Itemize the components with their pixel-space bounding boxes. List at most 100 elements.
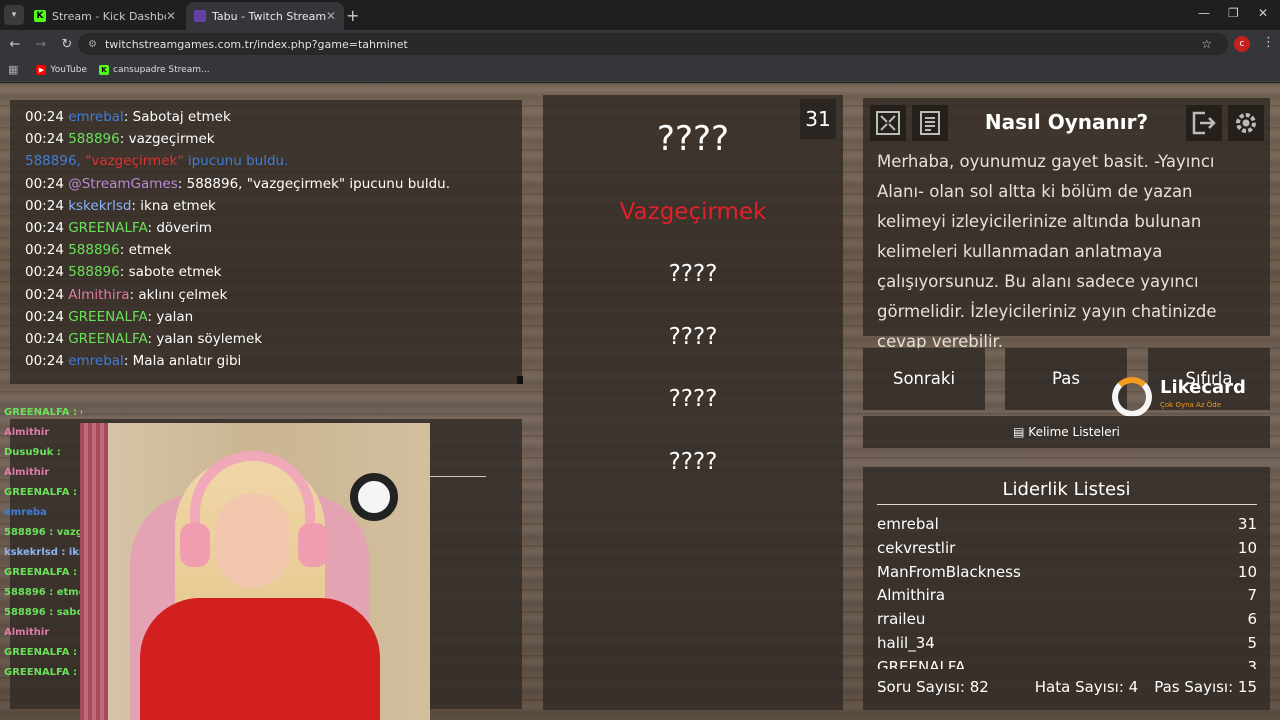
- overlay-chat-line: Almithir: [4, 427, 50, 438]
- reload-icon[interactable]: ↻: [56, 37, 78, 52]
- chat-message: 00:24 Almithira: aklını çelmek: [25, 284, 507, 306]
- chat-username[interactable]: kskekrlsd: [68, 198, 131, 214]
- bookmark-star-icon[interactable]: ☆: [1201, 37, 1212, 51]
- chat-username[interactable]: 588896: [68, 242, 120, 258]
- player-name: Almithira: [877, 586, 946, 605]
- tab-search-icon[interactable]: ▾: [4, 5, 24, 25]
- bookmark-label: cansupadre Stream...: [113, 64, 210, 75]
- leaderboard-list[interactable]: emrebal 31 cekvrestlir 10 ManFromBlackness 10…: [877, 513, 1257, 669]
- settings-gear-icon[interactable]: [1228, 105, 1264, 141]
- chat-message: 00:24 588896: vazgeçirmek: [25, 128, 507, 150]
- close-icon[interactable]: ✕: [326, 9, 336, 23]
- stream-overlay-chat: GREENALFA : c Almithir Dusu9uk : Almithir GR…: [0, 403, 82, 720]
- overlay-chat-line: GREENALFA : c: [4, 567, 82, 578]
- chat-text: : yalan söylemek: [147, 331, 263, 348]
- player-score: 31: [1237, 515, 1257, 533]
- overlay-chat-line: Almithir: [4, 467, 50, 478]
- chat-time: 00:24: [25, 286, 64, 303]
- chat-text: : döverim: [147, 220, 212, 237]
- overlay-chat-line: 588896 : etme: [4, 587, 82, 598]
- next-button[interactable]: Sonraki: [863, 348, 985, 410]
- main-word: ????: [656, 119, 730, 159]
- chat-username[interactable]: emrebal: [68, 353, 124, 369]
- overlay-chat-line: 588896 : vazge: [4, 527, 82, 538]
- menu-icon[interactable]: ⋮: [1262, 35, 1275, 50]
- leaderboard-row: rraileu 6: [877, 608, 1257, 632]
- url-text: twitchstreamgames.com.tr/index.php?game=…: [104, 37, 408, 51]
- kick-icon: K: [34, 10, 46, 22]
- taboo-word: ????: [668, 386, 718, 412]
- chat-message: 00:24 emrebal: Mala anlatır gibi: [25, 350, 507, 372]
- close-icon[interactable]: ✕: [166, 9, 176, 23]
- overlay-chat-line: kskekrlsd : ikn: [4, 547, 82, 558]
- chat-time: 00:24: [25, 242, 64, 259]
- chat-message: 00:24 kskekrlsd: ikna etmek: [25, 195, 507, 217]
- likecard-name: Likecard: [1160, 377, 1246, 398]
- youtube-icon: ▶: [36, 64, 47, 75]
- profile-avatar[interactable]: c: [1234, 36, 1250, 52]
- likecard-logo: Likecard Çok Oyna Az Öde: [1112, 373, 1252, 417]
- chat-username[interactable]: Almithira: [68, 287, 129, 303]
- chat-username[interactable]: GREENALFA: [68, 309, 147, 325]
- taboo-word: ????: [668, 261, 718, 287]
- chat-text: : sabote etmek: [119, 264, 222, 281]
- word-lists-button[interactable]: ▤ Kelime Listeleri: [863, 416, 1270, 448]
- leaderboard-row: Almithira 7: [877, 584, 1257, 608]
- back-icon[interactable]: ←: [4, 37, 26, 52]
- bookmark-kick-stream[interactable]: K cansupadre Stream...: [99, 64, 210, 75]
- forward-icon[interactable]: →: [30, 37, 52, 52]
- chat-text: : Mala anlatır gibi: [123, 353, 242, 370]
- chat-username[interactable]: GREENALFA: [68, 331, 147, 347]
- pass-button[interactable]: Pas: [1005, 348, 1127, 410]
- chat-text: : 588896, "vazgeçirmek" ipucunu buldu.: [177, 175, 450, 192]
- chat-username[interactable]: emrebal: [68, 109, 124, 125]
- question-count: Soru Sayısı: 82: [877, 678, 989, 696]
- chat-time: 00:24: [25, 264, 64, 281]
- apps-icon[interactable]: ▦: [8, 63, 18, 76]
- window-close-icon[interactable]: ✕: [1258, 6, 1268, 20]
- chat-message: 00:24 GREENALFA: yalan söylemek: [25, 328, 507, 350]
- chat-text: : ikna etmek: [131, 197, 216, 214]
- minimize-icon[interactable]: —: [1198, 6, 1210, 20]
- game-page: 00:24 emrebal: Sabotaj etmek 00:24 588896…: [0, 83, 1280, 720]
- bookmark-youtube[interactable]: ▶ YouTube: [36, 64, 87, 75]
- browser-tab-bar: ▾ K Stream - Kick Dashboard ✕ Tabu - Twi…: [0, 0, 1280, 30]
- maximize-icon[interactable]: ❐: [1228, 6, 1239, 20]
- kick-icon: K: [99, 64, 110, 75]
- chat-time: 00:24: [25, 131, 64, 148]
- tab-tabu-game[interactable]: Tabu - Twitch Stream Games ✕: [186, 2, 344, 30]
- overlay-chat-line: emreba: [4, 507, 47, 518]
- divider: [877, 504, 1257, 505]
- list-icon: ▤: [1013, 425, 1029, 439]
- chat-time: 00:24: [25, 308, 64, 325]
- overlay-chat-line: GREENALFA : b: [4, 487, 82, 498]
- taboo-word: ????: [668, 324, 718, 350]
- chat-time: 00:24: [25, 353, 64, 370]
- leaderboard-row: ManFromBlackness 10: [877, 561, 1257, 585]
- new-tab-icon[interactable]: +: [346, 6, 359, 25]
- tab-title: Tabu - Twitch Stream Games: [212, 9, 326, 23]
- chat-text: : vazgeçirmek: [119, 131, 215, 148]
- chat-username[interactable]: 588896,: [25, 153, 85, 169]
- chat-username[interactable]: 588896: [68, 264, 120, 280]
- tab-kick-dashboard[interactable]: K Stream - Kick Dashboard ✕: [26, 2, 184, 30]
- chat-username[interactable]: 588896: [68, 131, 120, 147]
- player-score: 10: [1237, 538, 1257, 557]
- player-name: emrebal: [877, 515, 939, 533]
- exit-icon[interactable]: [1186, 105, 1222, 141]
- chat-username[interactable]: GREENALFA: [68, 220, 147, 236]
- chat-message: 00:24 GREENALFA: döverim: [25, 217, 507, 239]
- chat-time: 00:24: [25, 331, 64, 348]
- site-info-icon[interactable]: ⚙: [88, 39, 97, 50]
- chat-panel: 00:24 emrebal: Sabotaj etmek 00:24 588896…: [10, 100, 522, 384]
- address-bar: ← → ↻ ⚙ twitchstreamgames.com.tr/index.p…: [0, 30, 1280, 58]
- leaderboard-row: cekvrestlir 10: [877, 537, 1257, 561]
- chat-message: 588896, "vazgeçirmek" ipucunu buldu.: [25, 150, 507, 172]
- word-lists-label: Kelime Listeleri: [1028, 425, 1120, 439]
- chat-username[interactable]: @StreamGames: [68, 176, 178, 192]
- chat-text: : etmek: [119, 242, 172, 259]
- overlay-chat-line: Almithir: [4, 627, 50, 638]
- url-input[interactable]: ⚙ twitchstreamgames.com.tr/index.php?gam…: [78, 33, 1228, 55]
- chat-text: : yalan: [147, 308, 194, 325]
- twitch-icon: [194, 10, 206, 22]
